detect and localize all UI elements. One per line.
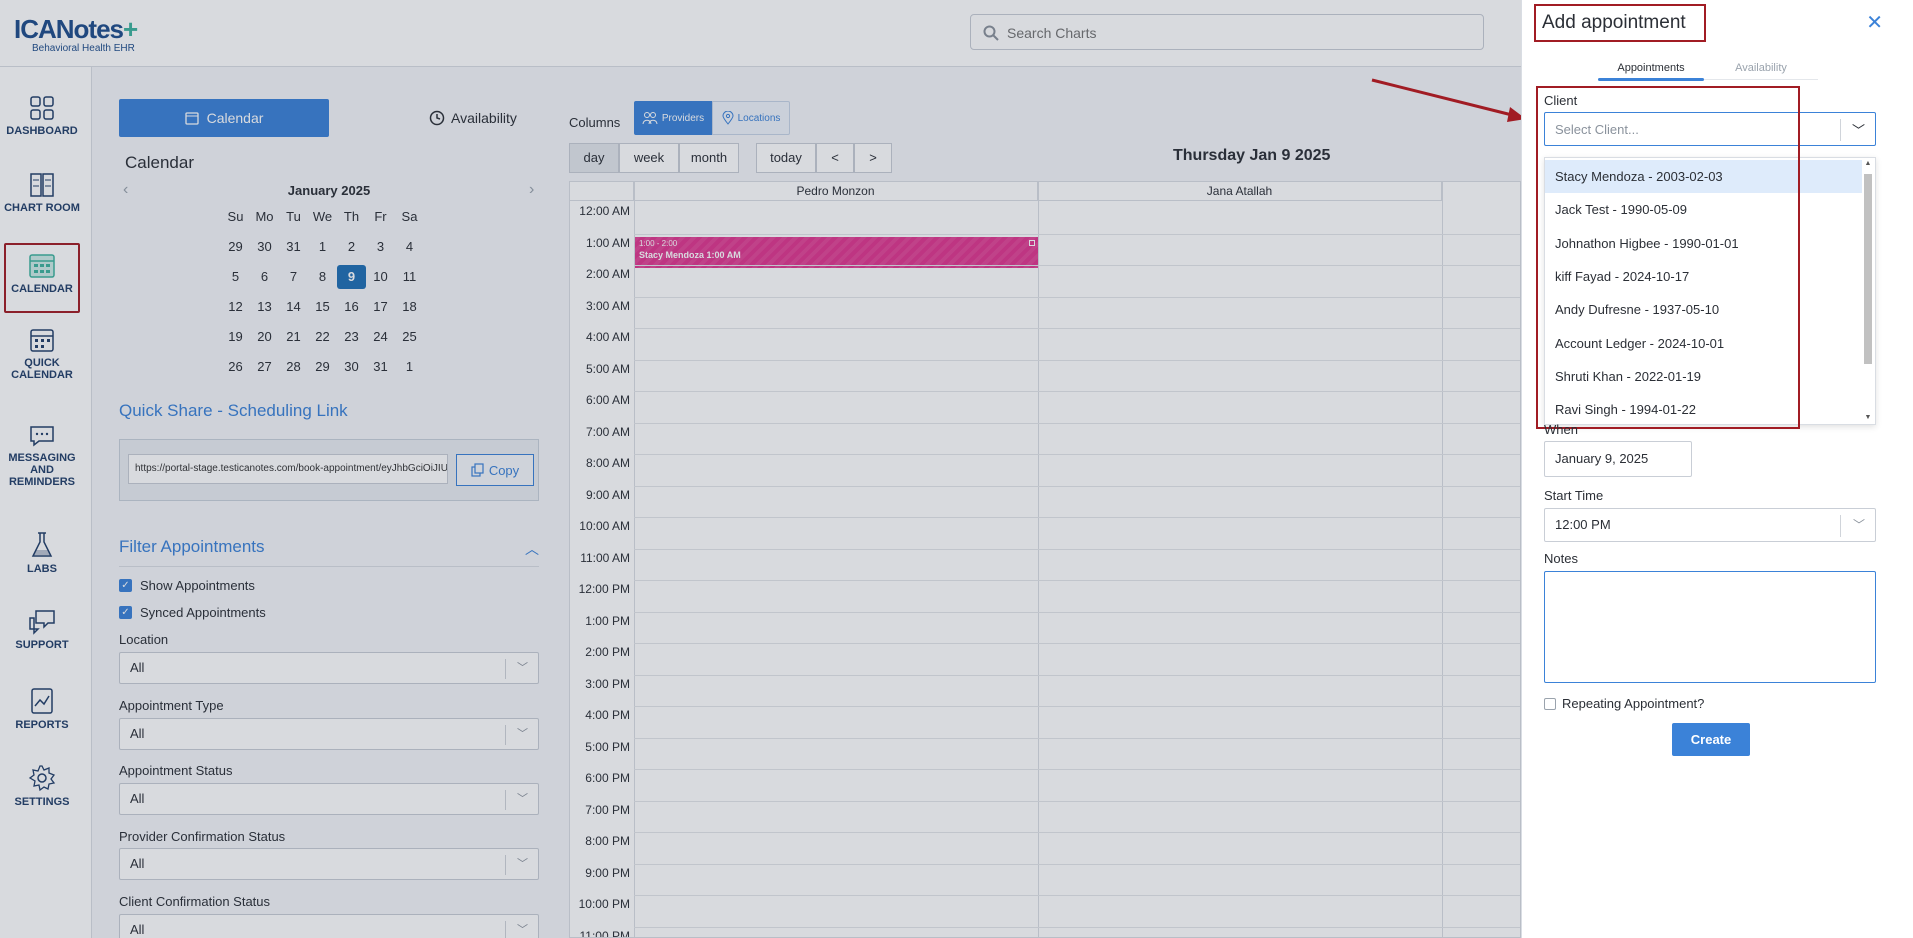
date-field[interactable]: January 9, 2025 (1544, 441, 1692, 477)
scroll-up-icon[interactable]: ▲ (1863, 160, 1873, 167)
notes-label: Notes (1544, 551, 1578, 566)
scroll-down-icon[interactable]: ▼ (1863, 414, 1873, 421)
tab-appointments[interactable]: Appointments (1598, 62, 1704, 74)
annotation-arrow (1371, 78, 1526, 122)
active-tab-indicator (1598, 78, 1704, 81)
tab-underline (1704, 79, 1818, 80)
chevron-down-icon[interactable]: ﹀ (1852, 120, 1865, 139)
repeating-appointment-checkbox[interactable]: Repeating Appointment? (1544, 696, 1704, 711)
panel-title: Add appointment (1534, 4, 1706, 42)
when-label: When (1544, 422, 1578, 437)
chevron-down-icon: ﹀ (1852, 518, 1865, 532)
notes-textarea[interactable] (1544, 571, 1876, 683)
start-time-select[interactable]: 12:00 PM ﹀ (1544, 508, 1876, 542)
close-icon[interactable]: ✕ (1866, 10, 1883, 35)
checkbox-label: Repeating Appointment? (1562, 696, 1705, 711)
start-time-label: Start Time (1544, 488, 1604, 503)
scrollbar-thumb[interactable] (1864, 174, 1872, 364)
create-button[interactable]: Create (1672, 723, 1750, 756)
annotation-highlight-box (1536, 86, 1800, 429)
modal-backdrop[interactable] (0, 0, 1521, 938)
checkbox-unchecked[interactable] (1544, 697, 1556, 710)
tab-availability[interactable]: Availability (1704, 62, 1818, 74)
dropdown-scrollbar[interactable]: ▲ ▼ (1863, 160, 1873, 424)
select-value: 12:00 PM (1555, 517, 1611, 532)
add-appointment-panel: Add appointment ✕ Appointments Availabil… (1521, 0, 1913, 938)
